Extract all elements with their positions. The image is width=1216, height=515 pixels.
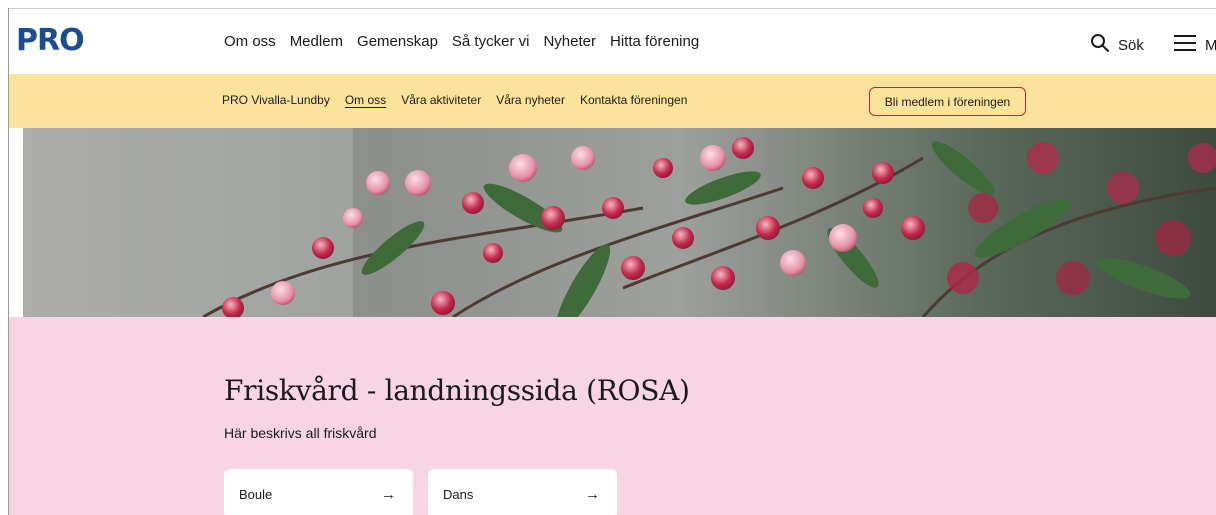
pro-logo[interactable]: PRO (16, 23, 85, 58)
nav-sa-tycker-vi[interactable]: Så tycker vi (452, 33, 530, 50)
card-label: Boule (239, 486, 273, 502)
arrow-right-icon: → (381, 485, 396, 503)
hero-image (23, 128, 1216, 317)
association-subnav: PRO Vivalla-Lundby Om oss Våra aktivitet… (9, 74, 1216, 128)
search-icon (1090, 33, 1110, 58)
hamburger-icon (1173, 33, 1197, 58)
search-label: Sök (1118, 37, 1144, 54)
nav-nyheter[interactable]: Nyheter (543, 33, 596, 50)
subnav-kontakta[interactable]: Kontakta föreningen (580, 93, 687, 107)
nav-om-oss[interactable]: Om oss (224, 33, 276, 50)
subnav-association-home[interactable]: PRO Vivalla-Lundby (222, 93, 330, 107)
subnav-links: PRO Vivalla-Lundby Om oss Våra aktivitet… (222, 93, 702, 107)
nav-hitta-forening[interactable]: Hitta förening (610, 33, 699, 50)
card-dans[interactable]: Dans → (428, 469, 617, 515)
nav-medlem[interactable]: Medlem (290, 33, 343, 50)
page-title: Friskvård - landningssida (ROSA) (224, 374, 690, 407)
page-description: Här beskrivs all friskvård (224, 425, 377, 441)
content-section: Friskvård - landningssida (ROSA) Här bes… (9, 317, 1216, 515)
menu-button[interactable]: Me (1173, 33, 1216, 58)
card-boule[interactable]: Boule → (224, 469, 413, 515)
search-button[interactable]: Sök (1090, 33, 1144, 58)
hero-left-margin (9, 128, 23, 317)
subnav-aktiviteter[interactable]: Våra aktiviteter (401, 93, 481, 107)
join-association-button[interactable]: Bli medlem i föreningen (869, 87, 1026, 116)
menu-label: Me (1205, 37, 1216, 54)
arrow-right-icon: → (585, 485, 600, 503)
subnav-nyheter[interactable]: Våra nyheter (496, 93, 565, 107)
site-header: PRO Om oss Medlem Gemenskap Så tycker vi… (9, 9, 1216, 74)
nav-gemenskap[interactable]: Gemenskap (357, 33, 438, 50)
main-nav: Om oss Medlem Gemenskap Så tycker vi Nyh… (224, 33, 713, 50)
card-label: Dans (443, 486, 474, 502)
subnav-om-oss[interactable]: Om oss (345, 93, 386, 107)
